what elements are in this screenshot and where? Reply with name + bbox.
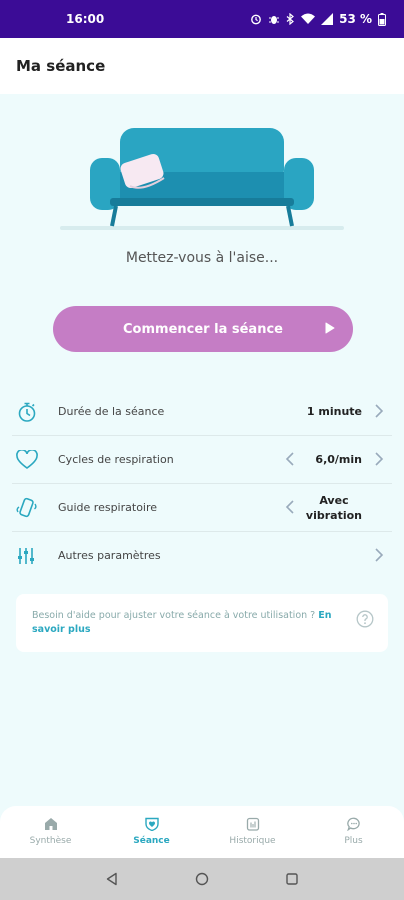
home-button-icon[interactable] <box>195 872 209 886</box>
chevron-left-icon[interactable] <box>285 452 295 466</box>
home-icon <box>44 818 57 830</box>
help-link-part2[interactable]: savoir plus <box>32 624 91 635</box>
battery-icon <box>378 12 386 26</box>
setting-breathing-guide-label: Guide respiratoire <box>58 501 158 514</box>
status-time: 16:00 <box>66 12 105 26</box>
settings-list: Durée de la séance 1 minute Cycles de re… <box>12 388 392 579</box>
setting-breathing-cycles-label: Cycles de respiration <box>58 453 174 466</box>
chevron-right-icon[interactable] <box>374 404 384 418</box>
start-session-button[interactable]: Commencer la séance <box>53 306 353 352</box>
help-link-part1[interactable]: En <box>318 610 331 621</box>
relax-hint: Mettez-vous à l'aise... <box>125 250 279 266</box>
signal-icon <box>321 13 334 25</box>
help-icon[interactable] <box>356 610 374 628</box>
wifi-icon <box>301 13 316 24</box>
setting-breathing-guide-value-line1: Avec <box>319 493 349 507</box>
back-icon[interactable] <box>105 872 119 886</box>
setting-other-label: Autres paramètres <box>58 549 161 562</box>
nav-item-synthese[interactable]: Synthèse <box>0 806 101 858</box>
nav-label-seance: Séance <box>133 836 170 846</box>
play-icon <box>325 322 335 334</box>
nav-label-plus: Plus <box>344 836 363 846</box>
setting-duration-label: Durée de la séance <box>58 405 165 418</box>
sliders-icon <box>16 546 46 566</box>
sofa-illustration <box>60 128 344 230</box>
heart-icon <box>16 449 46 470</box>
alarm-icon <box>251 14 261 25</box>
android-nav-bar <box>0 858 404 900</box>
setting-duration[interactable]: Durée de la séance 1 minute <box>12 388 392 436</box>
setting-breathing-guide-value-line2: vibration <box>305 508 362 522</box>
vibration-icon <box>16 496 46 520</box>
setting-duration-value: 1 minute <box>306 405 362 418</box>
status-icons: 53 % <box>250 12 386 26</box>
start-session-label: Commencer la séance <box>123 321 283 337</box>
chevron-right-icon[interactable] <box>374 452 384 466</box>
recents-icon[interactable] <box>285 872 299 886</box>
nav-label-synthese: Synthèse <box>29 836 72 846</box>
chevron-right-icon[interactable] <box>374 548 384 562</box>
chat-icon <box>346 817 360 831</box>
setting-breathing-guide[interactable]: Guide respiratoire Avec vibration <box>12 484 392 532</box>
heart-shield-icon <box>144 817 159 831</box>
help-text: Besoin d'aide pour ajuster votre séance … <box>32 610 316 621</box>
status-bar: 16:00 53 % <box>0 0 404 38</box>
setting-breathing-cycles-value: 6,0/min <box>315 453 362 466</box>
page-title: Ma séance <box>16 57 106 75</box>
bluetooth-icon <box>286 13 295 25</box>
nav-label-historique: Historique <box>229 836 276 846</box>
nav-item-plus[interactable]: Plus <box>303 806 404 858</box>
help-card: Besoin d'aide pour ajuster votre séance … <box>16 594 388 652</box>
setting-other[interactable]: Autres paramètres <box>12 532 392 579</box>
setting-breathing-guide-value: Avec vibration <box>306 493 362 523</box>
app-header: Ma séance <box>0 38 404 94</box>
chevron-left-icon[interactable] <box>285 500 295 514</box>
stopwatch-icon <box>16 401 46 423</box>
calendar-icon <box>246 817 259 831</box>
nav-item-historique[interactable]: Historique <box>202 806 303 858</box>
bug-icon <box>269 16 280 24</box>
battery-percent: 53 % <box>339 12 372 26</box>
setting-breathing-cycles[interactable]: Cycles de respiration 6,0/min <box>12 436 392 484</box>
bottom-nav: Synthèse Séance Historique Plus <box>0 806 404 858</box>
nav-item-seance[interactable]: Séance <box>101 806 202 858</box>
